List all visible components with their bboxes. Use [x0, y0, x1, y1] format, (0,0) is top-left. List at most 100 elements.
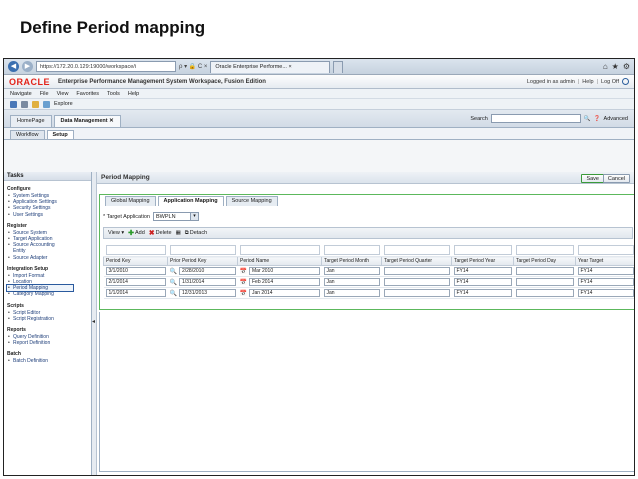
tab-setup[interactable]: Setup	[46, 130, 74, 139]
period-name-field[interactable]: Mar 2010	[248, 267, 320, 275]
gear-icon[interactable]: ⚙	[623, 62, 630, 71]
power-icon[interactable]	[622, 78, 629, 85]
prior-period-key-field[interactable]: 12/31/2013	[178, 289, 236, 297]
target-quarter-field[interactable]	[383, 278, 450, 286]
home-icon[interactable]	[10, 100, 17, 108]
search-icon[interactable]: 🔍	[170, 268, 177, 275]
period-key-field[interactable]: 3/1/2010	[105, 267, 166, 275]
year-target-field[interactable]: FY14	[577, 267, 634, 275]
target-day-field[interactable]	[515, 289, 574, 297]
target-month-field[interactable]: Jan	[323, 289, 380, 297]
filter-cell[interactable]	[103, 244, 168, 257]
logoff-link[interactable]: Log Off	[601, 79, 619, 85]
table-row[interactable]: 2/1/2014 🔍 1/31/2014 📅 Feb 2014 Jan FY14 F…	[103, 276, 634, 288]
prior-period-key-field[interactable]: 2/28/2010	[178, 267, 236, 275]
period-key-field[interactable]: 1/1/2014	[105, 289, 166, 297]
collapse-icon[interactable]: ◂	[92, 318, 95, 325]
search-input[interactable]	[490, 114, 581, 123]
search-icon[interactable]: 🔍	[170, 290, 177, 297]
target-application-select[interactable]: BWPLN ▾	[153, 212, 199, 221]
close-icon[interactable]: ✕	[109, 118, 114, 124]
detach-button[interactable]: ⧉ Detach	[185, 230, 207, 237]
column-header[interactable]: Target Period Day	[513, 256, 576, 266]
prior-period-key-field[interactable]: 1/31/2014	[178, 278, 236, 286]
new-tab-button[interactable]	[333, 60, 344, 73]
home-icon[interactable]: ⌂	[603, 62, 608, 71]
forward-icon[interactable]: ▶	[22, 61, 33, 72]
tab-global-mapping[interactable]: Global Mapping	[105, 196, 156, 206]
freeze-icon[interactable]: ▦	[176, 230, 181, 236]
task-user-settings[interactable]: User Settings	[7, 212, 91, 218]
column-header[interactable]: Period Name	[237, 256, 322, 266]
task-batch-definition[interactable]: Batch Definition	[7, 358, 91, 364]
task-source-adapter[interactable]: Source Adapter	[7, 255, 91, 261]
add-button[interactable]: ✚ Add	[128, 229, 145, 237]
target-year-field[interactable]: FY14	[453, 267, 512, 275]
search-icon[interactable]: 🔍	[170, 279, 177, 286]
year-target-field[interactable]: FY14	[577, 289, 634, 297]
browser-tab[interactable]: Oracle Enterprise Performe... ×	[210, 60, 331, 73]
tab-workflow[interactable]: Workflow	[10, 130, 45, 139]
tab-source-mapping[interactable]: Source Mapping	[225, 196, 278, 206]
target-quarter-field[interactable]	[383, 267, 450, 275]
menu-view[interactable]: View	[57, 91, 69, 97]
calendar-icon[interactable]: 📅	[240, 268, 247, 275]
filter-cell[interactable]	[513, 244, 576, 257]
table-row[interactable]: 1/1/2014 🔍 12/31/2013 📅 Jan 2014 Jan FY14 …	[103, 287, 634, 299]
column-header[interactable]: Period Key	[103, 256, 168, 266]
target-month-field[interactable]: Jan	[323, 267, 380, 275]
period-name-field[interactable]: Feb 2014	[248, 278, 320, 286]
tab-homepage[interactable]: HomePage	[10, 115, 52, 127]
delete-button[interactable]: ✖ Delete	[149, 229, 172, 237]
close-icon[interactable]: ×	[288, 64, 291, 70]
target-day-field[interactable]	[515, 278, 574, 286]
filter-cell[interactable]	[451, 244, 514, 257]
calendar-icon[interactable]: 📅	[240, 279, 247, 286]
target-month-field[interactable]: Jan	[323, 278, 380, 286]
task-script-registration[interactable]: Script Registration	[7, 316, 91, 322]
menu-favorites[interactable]: Favorites	[76, 91, 99, 97]
explore-button[interactable]: Explore	[54, 101, 73, 107]
column-header[interactable]: Target Period Month	[321, 256, 382, 266]
save-button[interactable]: Save	[581, 174, 604, 183]
filter-cell[interactable]	[321, 244, 382, 257]
table-row[interactable]: 3/1/2010 🔍 2/28/2010 📅 Mar 2010 Jan FY14 F…	[103, 265, 634, 277]
cancel-button[interactable]: Cancel	[602, 174, 630, 183]
calendar-icon[interactable]: 📅	[240, 290, 247, 297]
address-bar[interactable]: https://172.20.0.129:19000/workspace/i	[36, 61, 176, 72]
column-header[interactable]: Target Period Year	[451, 256, 514, 266]
advanced-link[interactable]: Advanced	[604, 116, 628, 122]
view-menu[interactable]: View ▾	[108, 230, 124, 236]
explore-icon[interactable]	[43, 100, 50, 108]
back-icon[interactable]: ◀	[8, 61, 19, 72]
filter-cell[interactable]	[167, 244, 238, 257]
target-day-field[interactable]	[515, 267, 574, 275]
save-icon[interactable]	[21, 100, 28, 108]
tab-data-management[interactable]: Data Management ✕	[53, 115, 121, 127]
help-icon[interactable]: ❓	[594, 116, 601, 122]
filter-cell[interactable]	[381, 244, 452, 257]
menu-file[interactable]: File	[40, 91, 49, 97]
tab-application-mapping[interactable]: Application Mapping	[157, 196, 224, 206]
task-source-accounting-entity[interactable]: Source AccountingEntity	[7, 242, 91, 254]
column-header[interactable]: Target Period Quarter	[381, 256, 452, 266]
folder-icon[interactable]	[32, 100, 39, 108]
column-header[interactable]: Prior Period Key	[167, 256, 238, 266]
menu-tools[interactable]: Tools	[107, 91, 120, 97]
column-header[interactable]: Year Target	[575, 256, 634, 266]
search-icon[interactable]: 🔍	[584, 116, 591, 122]
period-key-field[interactable]: 2/1/2014	[105, 278, 166, 286]
menu-navigate[interactable]: Navigate	[10, 91, 32, 97]
filter-cell[interactable]	[237, 244, 322, 257]
period-name-field[interactable]: Jan 2014	[248, 289, 320, 297]
menu-help[interactable]: Help	[128, 91, 139, 97]
star-icon[interactable]: ★	[612, 62, 619, 71]
help-link[interactable]: Help	[582, 79, 593, 85]
target-year-field[interactable]: FY14	[453, 278, 512, 286]
task-report-definition[interactable]: Report Definition	[7, 340, 91, 346]
address-controls[interactable]: ρ ▾ 🔒 C ×	[179, 63, 207, 70]
target-year-field[interactable]: FY14	[453, 289, 512, 297]
target-quarter-field[interactable]	[383, 289, 450, 297]
year-target-field[interactable]: FY14	[577, 278, 634, 286]
task-category-mapping[interactable]: Category Mapping	[7, 291, 91, 297]
